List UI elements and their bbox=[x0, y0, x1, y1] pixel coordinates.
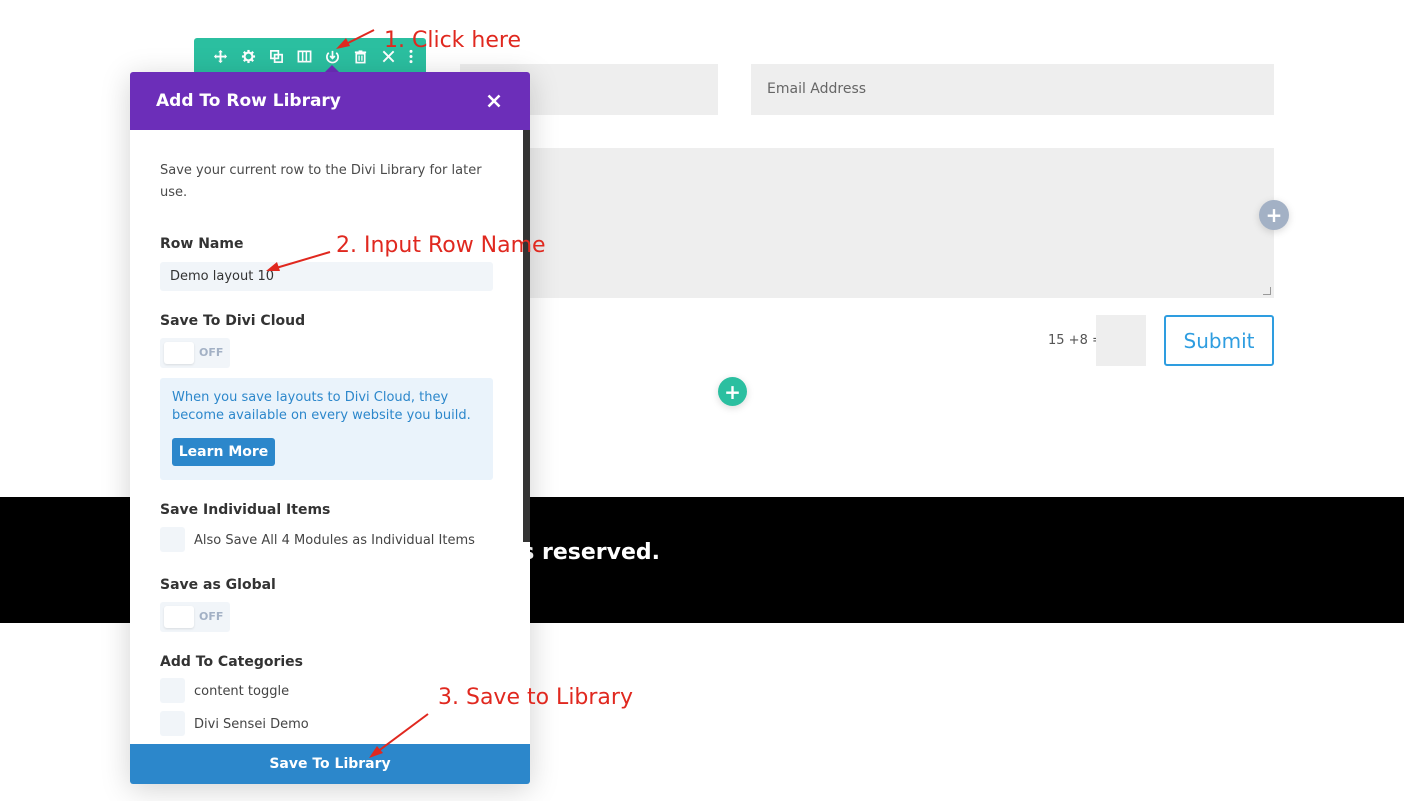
duplicate-icon[interactable] bbox=[262, 38, 290, 74]
row-name-label: Row Name bbox=[160, 236, 244, 252]
columns-icon[interactable] bbox=[290, 38, 318, 74]
close-icon[interactable] bbox=[484, 91, 504, 111]
modal-scrollbar[interactable] bbox=[523, 130, 530, 542]
category-option: content toggle bbox=[194, 684, 290, 699]
email-field[interactable]: Email Address bbox=[751, 64, 1274, 115]
category-option: Divi Sensei Demo bbox=[194, 717, 309, 732]
annotation-step-2: 2. Input Row Name bbox=[336, 233, 546, 258]
add-to-categories-label: Add To Categories bbox=[160, 654, 304, 670]
save-individual-items-option: Also Save All 4 Modules as Individual It… bbox=[194, 533, 475, 548]
message-field[interactable] bbox=[460, 148, 1274, 298]
divi-cloud-info-text: When you save layouts to Divi Cloud, the… bbox=[172, 390, 471, 423]
save-as-global-toggle[interactable]: OFF bbox=[160, 602, 230, 632]
save-individual-items-checkbox[interactable] bbox=[160, 527, 185, 552]
row-name-input[interactable]: Demo layout 10 bbox=[160, 262, 493, 291]
modal-body[interactable]: Save your current row to the Divi Librar… bbox=[130, 130, 530, 744]
save-as-global-label: Save as Global bbox=[160, 577, 276, 593]
modal-intro-text: Save your current row to the Divi Librar… bbox=[160, 163, 482, 200]
category-checkbox[interactable] bbox=[160, 711, 185, 736]
save-to-library-button[interactable]: Save To Library bbox=[130, 744, 530, 784]
add-row-plus-icon[interactable]: + bbox=[1259, 200, 1289, 230]
category-checkbox[interactable] bbox=[160, 678, 185, 703]
move-icon[interactable] bbox=[206, 38, 234, 74]
trash-icon[interactable] bbox=[346, 38, 374, 74]
submit-button[interactable]: Submit bbox=[1164, 315, 1274, 366]
modal-title: Add To Row Library bbox=[156, 91, 341, 111]
save-to-cloud-toggle[interactable]: OFF bbox=[160, 338, 230, 368]
toggle-state-text: OFF bbox=[199, 610, 224, 623]
add-to-row-library-modal: Add To Row Library Save your current row… bbox=[130, 72, 530, 784]
captcha-label: 15 +8 = bbox=[1048, 333, 1103, 348]
captcha-input[interactable] bbox=[1096, 315, 1146, 366]
divi-cloud-info-box: When you save layouts to Divi Cloud, the… bbox=[160, 378, 493, 480]
toggle-knob bbox=[164, 342, 194, 364]
learn-more-button[interactable]: Learn More bbox=[172, 438, 275, 466]
annotation-step-1: 1. Click here bbox=[384, 28, 521, 53]
toggle-knob bbox=[164, 606, 194, 628]
modal-header: Add To Row Library bbox=[130, 72, 530, 130]
add-module-plus-icon[interactable]: + bbox=[718, 377, 747, 406]
annotation-step-3: 3. Save to Library bbox=[438, 685, 633, 710]
gear-icon[interactable] bbox=[234, 38, 262, 74]
toggle-state-text: OFF bbox=[199, 346, 224, 359]
resize-grip-icon[interactable] bbox=[1263, 287, 1271, 295]
save-individual-items-label: Save Individual Items bbox=[160, 502, 331, 518]
save-to-cloud-label: Save To Divi Cloud bbox=[160, 313, 306, 329]
